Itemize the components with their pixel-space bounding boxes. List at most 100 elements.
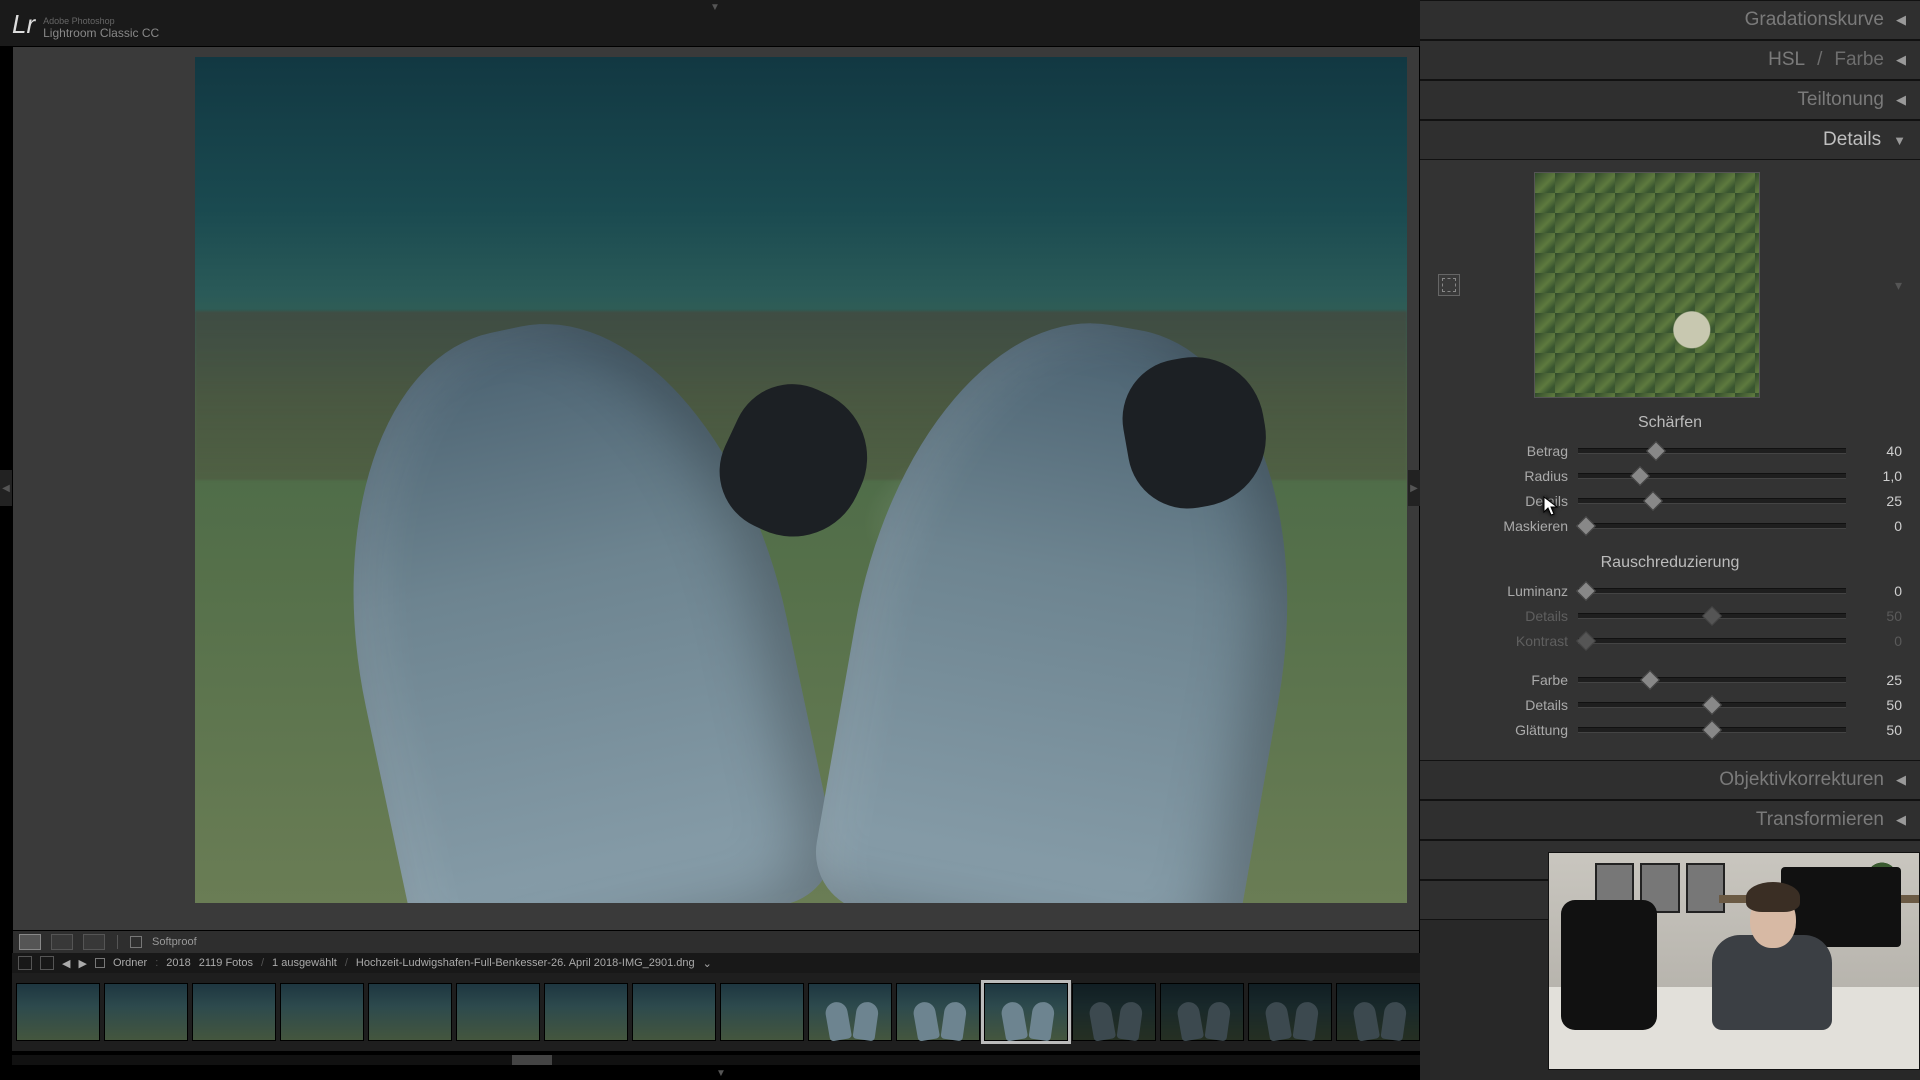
right-panel-toggle-icon[interactable]: ▶: [1408, 470, 1420, 506]
filmstrip-thumb[interactable]: [544, 983, 628, 1041]
panel-transform[interactable]: Transformieren ◀: [1420, 800, 1920, 840]
panel-tonecurve-label: Gradationskurve: [1745, 9, 1884, 31]
filmstrip-scrollbar[interactable]: [12, 1055, 1420, 1065]
view-survey-button[interactable]: [83, 934, 105, 950]
detail-preview-menu-icon[interactable]: ▾: [1895, 277, 1902, 294]
slider-knob-icon[interactable]: [1702, 720, 1722, 740]
slider-knob-icon[interactable]: [1702, 695, 1722, 715]
crumb-dropdown-icon[interactable]: ⌄: [703, 957, 712, 970]
filmstrip-thumb[interactable]: [104, 983, 188, 1041]
filmstrip-scrollthumb[interactable]: [512, 1055, 552, 1065]
view-compare-button[interactable]: [51, 934, 73, 950]
nav-back-icon[interactable]: ◀: [62, 957, 70, 970]
view-loupe-button[interactable]: [19, 934, 41, 950]
product-label: Lightroom Classic CC: [43, 26, 159, 40]
panel-tonecurve[interactable]: Gradationskurve ◀: [1420, 0, 1920, 40]
image-canvas[interactable]: [12, 46, 1420, 931]
filmstrip-breadcrumb: ◀ ▶ Ordner : 2018 2119 Fotos / 1 ausgewä…: [12, 953, 1420, 973]
nr-color-detail: Details50: [1438, 692, 1902, 717]
nr-lum-contrast-slider[interactable]: [1578, 638, 1846, 644]
nr-title: Rauschreduzierung: [1438, 554, 1902, 572]
sharpen-detail-label: Details: [1438, 493, 1568, 509]
crumb-year[interactable]: 2018: [166, 957, 190, 969]
panel-split-label: Teiltonung: [1797, 89, 1884, 111]
panel-hsl[interactable]: HSL/Farbe ◀: [1420, 40, 1920, 80]
slider-knob-icon[interactable]: [1702, 606, 1722, 626]
slider-knob-icon[interactable]: [1576, 581, 1596, 601]
filmstrip-thumb[interactable]: [368, 983, 452, 1041]
filmstrip-caret-icon[interactable]: ▼: [716, 1068, 726, 1079]
details-panel-body: ▾ Schärfen Betrag40Radius1,0Details25Mas…: [1420, 160, 1920, 760]
panel-hsl-label-b: Farbe: [1834, 49, 1884, 71]
filmstrip-thumb[interactable]: [984, 983, 1068, 1041]
second-window-icon[interactable]: [40, 956, 54, 970]
sharpen-amount-label: Betrag: [1438, 443, 1568, 459]
filmstrip-thumb[interactable]: [1248, 983, 1332, 1041]
sharpen-mask-value: 0: [1856, 518, 1902, 534]
titlebar-caret-icon[interactable]: ▼: [710, 2, 720, 13]
slider-knob-icon[interactable]: [1630, 466, 1650, 486]
panel-lens[interactable]: Objektivkorrekturen ◀: [1420, 760, 1920, 800]
filter-checkbox[interactable]: [95, 958, 105, 968]
grid-icon[interactable]: [18, 956, 32, 970]
filmstrip-thumb[interactable]: [16, 983, 100, 1041]
filmstrip-thumb[interactable]: [720, 983, 804, 1041]
nr-color-value: 25: [1856, 672, 1902, 688]
filmstrip-thumb[interactable]: [896, 983, 980, 1041]
titlebar: Lr Adobe Photoshop Lightroom Classic CC …: [0, 0, 1420, 46]
collapse-icon: ◀: [1896, 772, 1906, 788]
nav-fwd-icon[interactable]: ▶: [78, 957, 86, 970]
filmstrip-thumb[interactable]: [192, 983, 276, 1041]
sharpen-radius: Radius1,0: [1438, 463, 1902, 488]
nr-lum-detail-value: 50: [1856, 608, 1902, 624]
filmstrip-thumb[interactable]: [1336, 983, 1420, 1041]
sharpen-amount-value: 40: [1856, 443, 1902, 459]
filmstrip-thumb[interactable]: [280, 983, 364, 1041]
vendor-label: Adobe Photoshop: [43, 16, 115, 26]
sharpen-detail-slider[interactable]: [1578, 498, 1846, 504]
detail-preview-thumb[interactable]: [1534, 172, 1760, 398]
nr-lum-detail-label: Details: [1438, 608, 1568, 624]
lr-logo: Lr: [12, 9, 35, 40]
detail-area-picker-icon[interactable]: [1438, 274, 1460, 296]
nr-luminance-label: Luminanz: [1438, 583, 1568, 599]
nr-luminance-slider[interactable]: [1578, 588, 1846, 594]
collapse-icon: ◀: [1896, 92, 1906, 108]
filmstrip-thumb[interactable]: [632, 983, 716, 1041]
left-panel-toggle-icon[interactable]: ◀: [0, 470, 12, 506]
nr-luminance-value: 0: [1856, 583, 1902, 599]
nr-lum-detail-slider[interactable]: [1578, 613, 1846, 619]
slider-knob-icon[interactable]: [1643, 491, 1663, 511]
filmstrip-thumb[interactable]: [1072, 983, 1156, 1041]
sharpen-mask: Maskieren0: [1438, 513, 1902, 538]
nr-lum-contrast-value: 0: [1856, 633, 1902, 649]
nr-color-detail-slider[interactable]: [1578, 702, 1846, 708]
nr-color-detail-label: Details: [1438, 697, 1568, 713]
product-name: Adobe Photoshop Lightroom Classic CC: [43, 14, 159, 40]
filmstrip[interactable]: [12, 973, 1420, 1051]
sharpen-radius-slider[interactable]: [1578, 473, 1846, 479]
slider-knob-icon[interactable]: [1646, 441, 1666, 461]
slider-knob-icon[interactable]: [1640, 670, 1660, 690]
nr-color-label: Farbe: [1438, 672, 1568, 688]
panel-details-label: Details: [1823, 129, 1881, 151]
slider-knob-icon[interactable]: [1576, 631, 1596, 651]
nr-color-slider[interactable]: [1578, 677, 1846, 683]
sharpen-amount-slider[interactable]: [1578, 448, 1846, 454]
filmstrip-thumb[interactable]: [456, 983, 540, 1041]
image-preview[interactable]: [195, 57, 1407, 903]
filmstrip-thumb[interactable]: [808, 983, 892, 1041]
crumb-filename[interactable]: Hochzeit-Ludwigshafen-Full-Benkesser-26.…: [356, 957, 695, 969]
sharpen-mask-slider[interactable]: [1578, 523, 1846, 529]
sharpen-title: Schärfen: [1438, 414, 1902, 432]
panel-details[interactable]: Details ▼: [1420, 120, 1920, 160]
filmstrip-thumb[interactable]: [1160, 983, 1244, 1041]
sharpen-detail: Details25: [1438, 488, 1902, 513]
softproof-checkbox[interactable]: [130, 936, 142, 948]
crumb-folder[interactable]: Ordner: [113, 957, 147, 969]
panel-splittone[interactable]: Teiltonung ◀: [1420, 80, 1920, 120]
expand-icon: ▼: [1893, 133, 1906, 148]
panel-transform-label: Transformieren: [1756, 809, 1884, 831]
slider-knob-icon[interactable]: [1576, 516, 1596, 536]
nr-smooth-slider[interactable]: [1578, 727, 1846, 733]
